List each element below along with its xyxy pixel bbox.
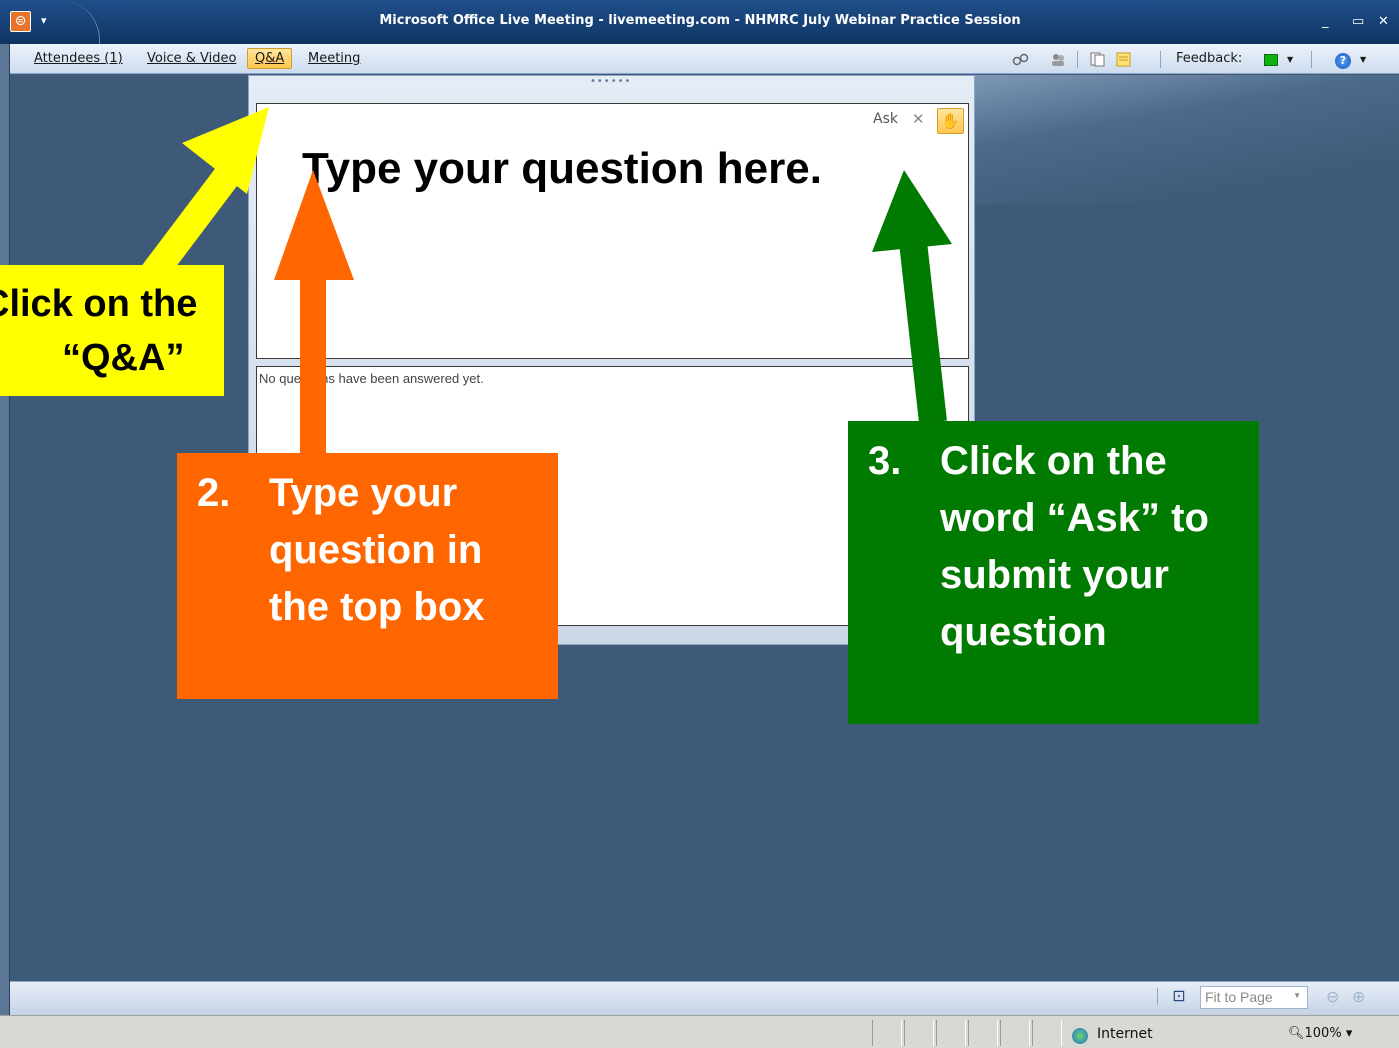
- internet-zone-icon: [1072, 1028, 1088, 1044]
- zoom-in-icon[interactable]: ⊕: [1352, 987, 1365, 1006]
- close-button[interactable]: ✕: [1378, 14, 1389, 29]
- handout-icon[interactable]: [1089, 52, 1106, 67]
- quick-access-dropdown-icon[interactable]: ▾: [41, 14, 47, 27]
- help-dropdown-icon[interactable]: ▼: [1360, 55, 1366, 64]
- zoom-out-icon[interactable]: ⊖: [1326, 987, 1339, 1006]
- security-zone-label: Internet: [1097, 1026, 1153, 1042]
- step1-line1: Click on the: [0, 283, 198, 325]
- people-icon[interactable]: [1050, 52, 1067, 67]
- status-pane: [1000, 1020, 1030, 1046]
- panel-resize-grip[interactable]: ••••••: [590, 76, 631, 87]
- title-bar: ⊜ ▾ Microsoft Office Live Meeting - live…: [0, 0, 1399, 44]
- step1-line2: “Q&A”: [62, 337, 185, 379]
- question-placeholder: Type your question here.: [302, 144, 822, 193]
- app-menu-icon[interactable]: ⊜: [10, 11, 31, 32]
- step3-number: 3.: [868, 439, 902, 483]
- status-bar: [0, 1015, 1399, 1048]
- step3-callout: 3. Click on the word “Ask” to submit you…: [848, 421, 1259, 724]
- status-pane: [1032, 1020, 1062, 1046]
- maximize-button[interactable]: ▭: [1352, 14, 1364, 29]
- status-pane: [872, 1020, 902, 1046]
- toolbar-separator: [1311, 51, 1312, 68]
- question-input-box[interactable]: [256, 103, 969, 359]
- menu-qa[interactable]: Q&A: [247, 48, 293, 69]
- window-left-edge: [0, 44, 10, 1048]
- toolbar-separator: [1157, 988, 1158, 1005]
- help-icon[interactable]: ?: [1335, 53, 1351, 69]
- menu-voice-video[interactable]: Voice & Video: [147, 51, 236, 66]
- step1-callout: Click on the “Q&A”: [0, 265, 224, 396]
- zoom-level-value: 100%: [1304, 1026, 1342, 1041]
- minimize-button[interactable]: _: [1322, 14, 1329, 29]
- menu-bar: Attendees (1) Voice & Video Q&A Meeting …: [0, 44, 1399, 74]
- notes-icon[interactable]: [1115, 52, 1132, 67]
- feedback-color-swatch[interactable]: [1264, 54, 1278, 66]
- zoom-level[interactable]: 🔍︎100% ▾: [1288, 1026, 1352, 1041]
- toolbar-separator: [1160, 51, 1161, 68]
- window-title: Microsoft Office Live Meeting - livemeet…: [379, 13, 1021, 28]
- raise-hand-icon[interactable]: ✋: [937, 108, 964, 134]
- step3-text: Click on the word “Ask” to submit your q…: [940, 439, 1209, 654]
- ask-button[interactable]: Ask: [873, 111, 898, 127]
- fit-to-screen-icon[interactable]: ⊡: [1167, 986, 1191, 1008]
- status-pane: [936, 1020, 966, 1046]
- step2-number: 2.: [197, 471, 231, 515]
- step2-text: Type your question in the top box: [269, 471, 485, 629]
- chevron-down-icon: ▼: [1293, 991, 1301, 1000]
- fit-mode-value: Fit to Page: [1205, 989, 1273, 1005]
- toolbar-separator: [1077, 51, 1078, 68]
- step2-callout: 2. Type your question in the top box: [177, 453, 558, 699]
- feedback-label: Feedback:: [1176, 51, 1243, 66]
- menu-attendees[interactable]: Attendees (1): [34, 51, 123, 66]
- menu-meeting[interactable]: Meeting: [308, 51, 360, 66]
- link-icon[interactable]: [1012, 52, 1029, 67]
- stage-background-sweep: [975, 75, 1399, 205]
- fit-mode-select[interactable]: Fit to Page ▼: [1200, 986, 1308, 1009]
- status-pane: [968, 1020, 998, 1046]
- answered-questions-status: No questions have been answered yet.: [259, 371, 484, 386]
- feedback-dropdown-icon[interactable]: ▼: [1287, 55, 1293, 64]
- status-pane: [904, 1020, 934, 1046]
- clear-question-icon[interactable]: ✕: [912, 110, 925, 128]
